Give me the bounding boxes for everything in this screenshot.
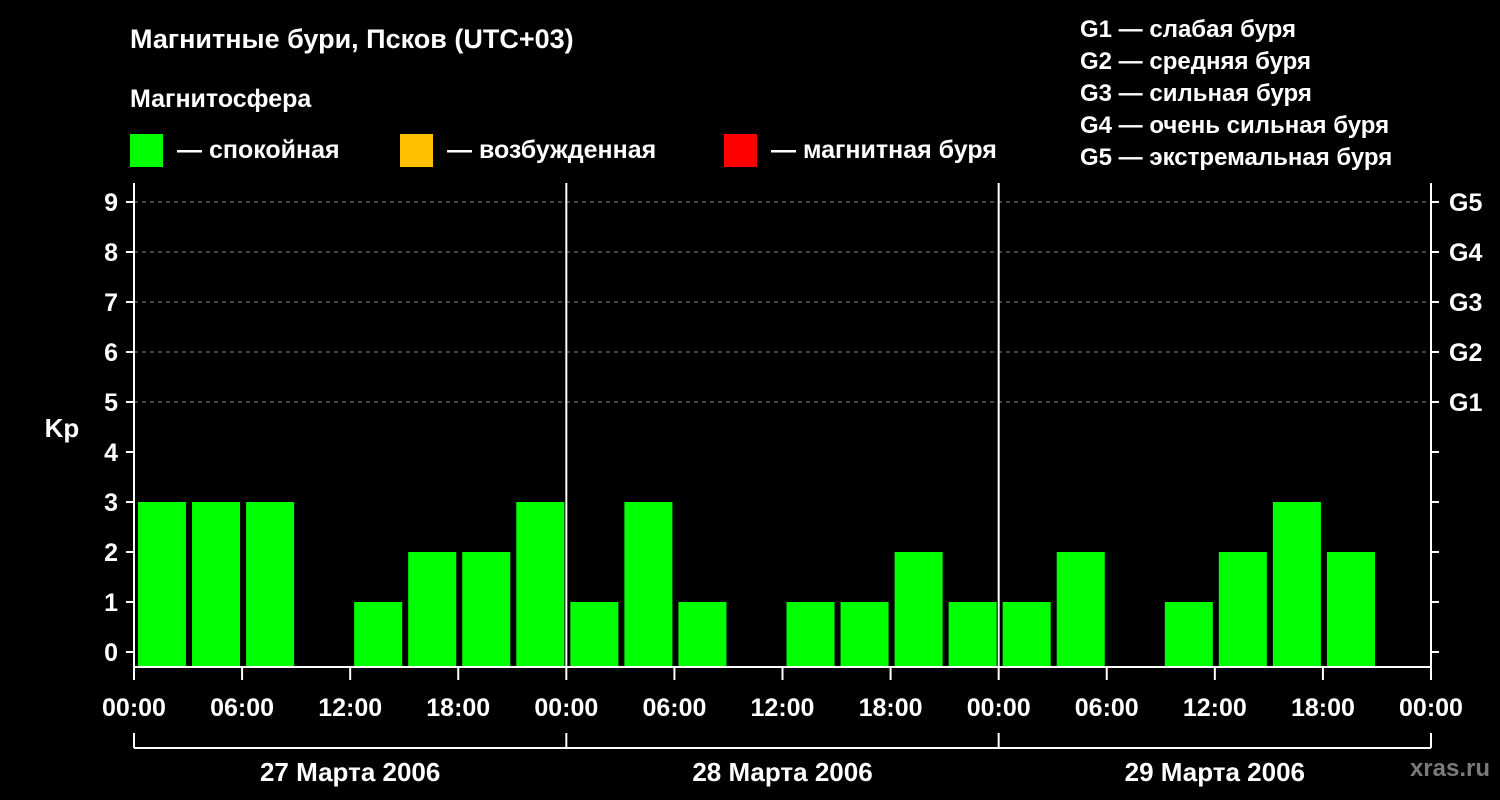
y-tick-label: 0 <box>104 639 118 667</box>
kp-bar <box>840 602 889 667</box>
kp-bar <box>678 602 727 667</box>
x-tick-label: 00:00 <box>534 694 598 722</box>
kp-bar <box>1056 552 1105 667</box>
kp-bar <box>1164 602 1213 667</box>
kp-bar <box>1326 552 1375 667</box>
kp-bar <box>1002 602 1051 667</box>
y-tick-label: 1 <box>104 589 118 617</box>
kp-bar <box>786 602 835 667</box>
kp-bar <box>894 552 943 667</box>
y-tick-label: 7 <box>104 289 118 317</box>
x-tick-label: 00:00 <box>1399 694 1463 722</box>
x-tick-label: 12:00 <box>1183 694 1247 722</box>
x-tick-label: 06:00 <box>1075 694 1139 722</box>
kp-bar <box>624 502 673 667</box>
y-tick-label: 5 <box>104 389 118 417</box>
kp-bar <box>138 502 187 667</box>
y-tick-label: 4 <box>104 439 118 467</box>
x-tick-label: 18:00 <box>426 694 490 722</box>
kp-bar <box>948 602 997 667</box>
x-tick-label: 00:00 <box>102 694 166 722</box>
storm-level-tick-label: G2 <box>1449 339 1482 367</box>
x-tick-label: 06:00 <box>210 694 274 722</box>
storm-level-tick-label: G5 <box>1449 189 1482 217</box>
y-tick-label: 6 <box>104 339 118 367</box>
kp-bar <box>246 502 295 667</box>
x-tick-label: 00:00 <box>967 694 1031 722</box>
kp-bar <box>408 552 457 667</box>
kp-bar <box>516 502 565 667</box>
kp-bar <box>462 552 511 667</box>
y-tick-label: 8 <box>104 239 118 267</box>
day-label: 27 Марта 2006 <box>260 757 440 787</box>
kp-bar <box>570 602 619 667</box>
y-axis-label: Kp <box>45 413 80 443</box>
kp-chart: 0 1 2 3 4 5 6 7 8 9 G1 G2 G3 G4 G5 Kp 00:00 06:00 12:00 18:… <box>45 183 1482 787</box>
y-tick-label: 2 <box>104 539 118 567</box>
y-tick-label: 9 <box>104 189 118 217</box>
kp-bar <box>1272 502 1321 667</box>
storm-level-tick-label: G4 <box>1449 239 1482 267</box>
x-tick-label: 18:00 <box>1291 694 1355 722</box>
watermark: xras.ru <box>1409 755 1490 782</box>
kp-bar <box>1218 552 1267 667</box>
x-tick-label: 18:00 <box>859 694 923 722</box>
storm-level-tick-label: G3 <box>1449 289 1482 317</box>
storm-level-tick-label: G1 <box>1449 389 1482 417</box>
x-tick-label: 06:00 <box>642 694 706 722</box>
x-tick-label: 12:00 <box>751 694 815 722</box>
x-tick-label: 12:00 <box>318 694 382 722</box>
day-label: 29 Марта 2006 <box>1125 757 1305 787</box>
kp-bar <box>192 502 241 667</box>
kp-bar <box>354 602 403 667</box>
day-label: 28 Марта 2006 <box>692 757 872 787</box>
y-tick-label: 3 <box>104 489 118 517</box>
